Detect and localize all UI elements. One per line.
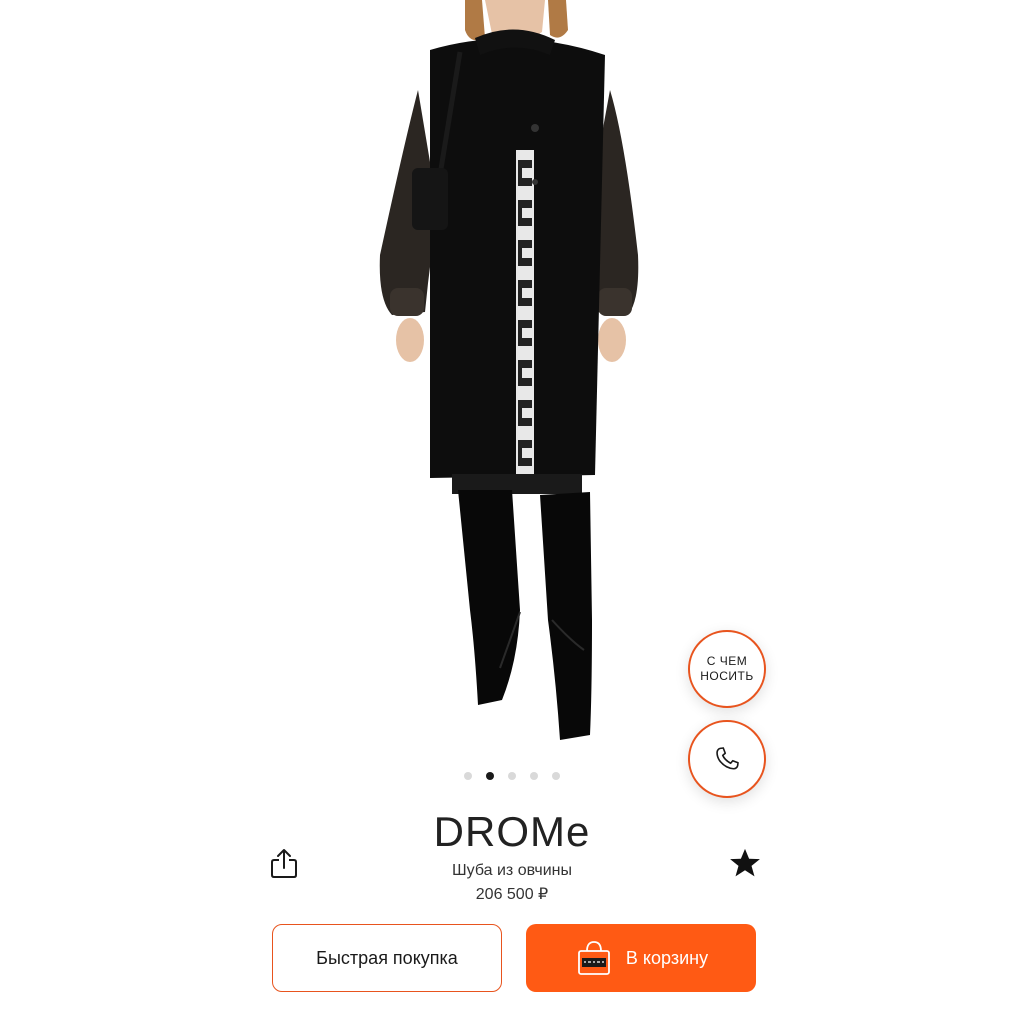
- quick-buy-label: Быстрая покупка: [316, 947, 458, 968]
- gallery-pagination[interactable]: [464, 771, 564, 781]
- phone-icon: [716, 747, 739, 770]
- what-to-wear-label: С ЧЕМ НОСИТЬ: [700, 654, 754, 683]
- product-brand: DROMe: [433, 808, 591, 855]
- quick-buy-button[interactable]: Быстрая покупка: [272, 924, 502, 992]
- call-button[interactable]: [688, 720, 766, 798]
- product-photo[interactable]: [370, 0, 660, 750]
- add-to-cart-button[interactable]: В корзину: [526, 924, 756, 992]
- add-to-cart-label: В корзину: [625, 947, 709, 968]
- gallery-dot[interactable]: [530, 772, 538, 780]
- gallery-dot[interactable]: [508, 772, 516, 780]
- gallery-dot[interactable]: [552, 772, 560, 780]
- product-subtitle: Шуба из овчины: [452, 862, 572, 879]
- product-price: 206 500 ₽: [475, 886, 549, 903]
- gallery-dot-active[interactable]: [486, 772, 494, 780]
- gallery-dot[interactable]: [464, 772, 472, 780]
- what-to-wear-button[interactable]: С ЧЕМ НОСИТЬ: [688, 630, 766, 708]
- shopping-bag-icon: [578, 941, 610, 975]
- star-icon[interactable]: [728, 846, 762, 880]
